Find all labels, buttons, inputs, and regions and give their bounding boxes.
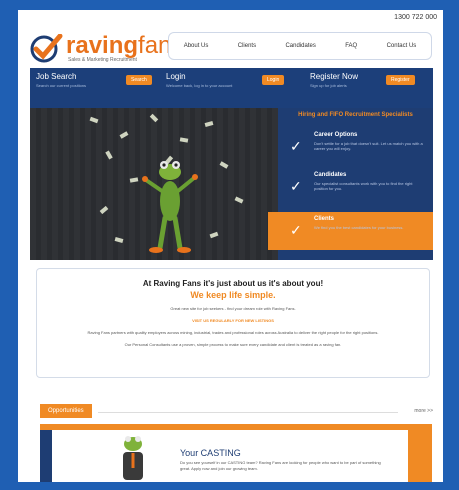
logo-tagline: Sales & Marketing Recruitment bbox=[68, 57, 137, 63]
panel-item-desc: We find you the best candidates for your… bbox=[314, 225, 404, 230]
intro-heading: At Raving Fans it's just about us it's a… bbox=[142, 279, 324, 288]
money-note-icon bbox=[89, 116, 99, 124]
panel-item-title: Career Options bbox=[314, 132, 358, 138]
login-title: Login bbox=[166, 72, 186, 81]
money-note-icon bbox=[219, 161, 229, 169]
job-search-section: Job Search Search our current positions bbox=[36, 72, 116, 88]
logo-wordmark: ravingfans bbox=[66, 32, 183, 60]
phone-number: 1300 722 000 bbox=[394, 14, 437, 21]
money-note-icon bbox=[114, 237, 124, 243]
panel-item-desc: Our specialist consultants work with you… bbox=[314, 181, 413, 191]
job-description: Do you see yourself in our CASTING team?… bbox=[180, 460, 381, 471]
panel-item-title: Candidates bbox=[314, 172, 347, 178]
intro-line-2: Raving Fans partners with quality employ… bbox=[87, 330, 379, 335]
panel-item-desc: Don't settle for a job that doesn't suit… bbox=[314, 141, 423, 151]
money-note-icon bbox=[234, 196, 244, 204]
check-icon: ✓ bbox=[290, 178, 302, 194]
nav-item-clients[interactable]: Clients bbox=[238, 43, 256, 49]
job-title: Your CASTING bbox=[180, 448, 241, 458]
panel-item-title: Clients bbox=[314, 216, 335, 222]
panel-item-career[interactable]: ✓ Career Options Don't settle for a job … bbox=[278, 128, 433, 166]
login-button[interactable]: Login bbox=[262, 75, 285, 85]
logo-word-raving: raving bbox=[66, 32, 139, 59]
job-search-button[interactable]: Search bbox=[126, 75, 152, 85]
money-note-icon bbox=[149, 113, 159, 123]
page: 1300 722 000 ravingfans Sales & Marketin… bbox=[18, 10, 443, 482]
frog-mascot-icon bbox=[123, 436, 143, 480]
job-search-subtitle: Search our current positions bbox=[36, 83, 87, 88]
hero-banner: Hiring and FIFO Recruitment Specialists … bbox=[30, 108, 433, 260]
services-panel: Hiring and FIFO Recruitment Specialists … bbox=[268, 108, 433, 260]
money-note-icon bbox=[179, 137, 189, 143]
logo-check-icon bbox=[30, 34, 63, 63]
panel-heading: Hiring and FIFO Recruitment Specialists bbox=[298, 112, 413, 118]
check-icon: ✓ bbox=[290, 222, 302, 238]
divider bbox=[98, 412, 398, 413]
job-search-title: Job Search bbox=[36, 72, 77, 81]
money-note-icon bbox=[99, 205, 109, 215]
money-note-icon bbox=[129, 177, 139, 183]
login-section: Login Welcome back, log in to your accou… bbox=[166, 72, 246, 88]
panel-item-candidates[interactable]: ✓ Candidates Our specialist consultants … bbox=[278, 168, 433, 206]
register-subtitle: Sign up for job alerts bbox=[310, 83, 347, 88]
more-link[interactable]: more >> bbox=[414, 408, 433, 414]
register-title: Register Now bbox=[310, 72, 359, 81]
nav-item-about[interactable]: About Us bbox=[184, 43, 209, 49]
main-nav: About Us Clients Candidates FAQ Contact … bbox=[168, 32, 432, 60]
opportunities-tab[interactable]: Opportunities bbox=[40, 404, 92, 418]
hero-image bbox=[30, 108, 278, 260]
check-icon: ✓ bbox=[290, 138, 302, 154]
intro-box: At Raving Fans it's just about us it's a… bbox=[36, 268, 430, 378]
intro-line-1: Great new site for job seekers - find yo… bbox=[170, 306, 296, 311]
intro-highlight: VISIT US REGULARLY FOR NEW LISTINGS bbox=[192, 318, 274, 323]
register-section: Register Now Sign up for job alerts bbox=[310, 72, 390, 88]
money-note-icon bbox=[204, 121, 214, 127]
money-note-icon bbox=[119, 131, 129, 139]
login-subtitle: Welcome back, log in to your account bbox=[166, 83, 233, 88]
money-note-icon bbox=[209, 231, 219, 239]
job-card[interactable]: Your CASTING Do you see yourself in our … bbox=[40, 424, 432, 482]
panel-item-clients[interactable]: ✓ Clients We find you the best candidate… bbox=[268, 212, 433, 250]
register-button[interactable]: Register bbox=[386, 75, 415, 85]
nav-item-contact[interactable]: Contact Us bbox=[387, 43, 417, 49]
intro-subheading: We keep life simple. bbox=[190, 290, 276, 300]
intro-line-3: Our Personal Consultants use a proven, s… bbox=[124, 342, 342, 347]
nav-item-faq[interactable]: FAQ bbox=[345, 43, 357, 49]
job-card-body: Your CASTING Do you see yourself in our … bbox=[52, 430, 408, 482]
logo[interactable]: ravingfans Sales & Marketing Recruitment bbox=[30, 30, 190, 66]
nav-item-candidates[interactable]: Candidates bbox=[285, 43, 315, 49]
money-note-icon bbox=[105, 150, 113, 160]
frog-mascot-icon bbox=[142, 161, 198, 253]
job-card-accent bbox=[40, 430, 52, 482]
action-bar: Job Search Search our current positions … bbox=[30, 68, 433, 108]
